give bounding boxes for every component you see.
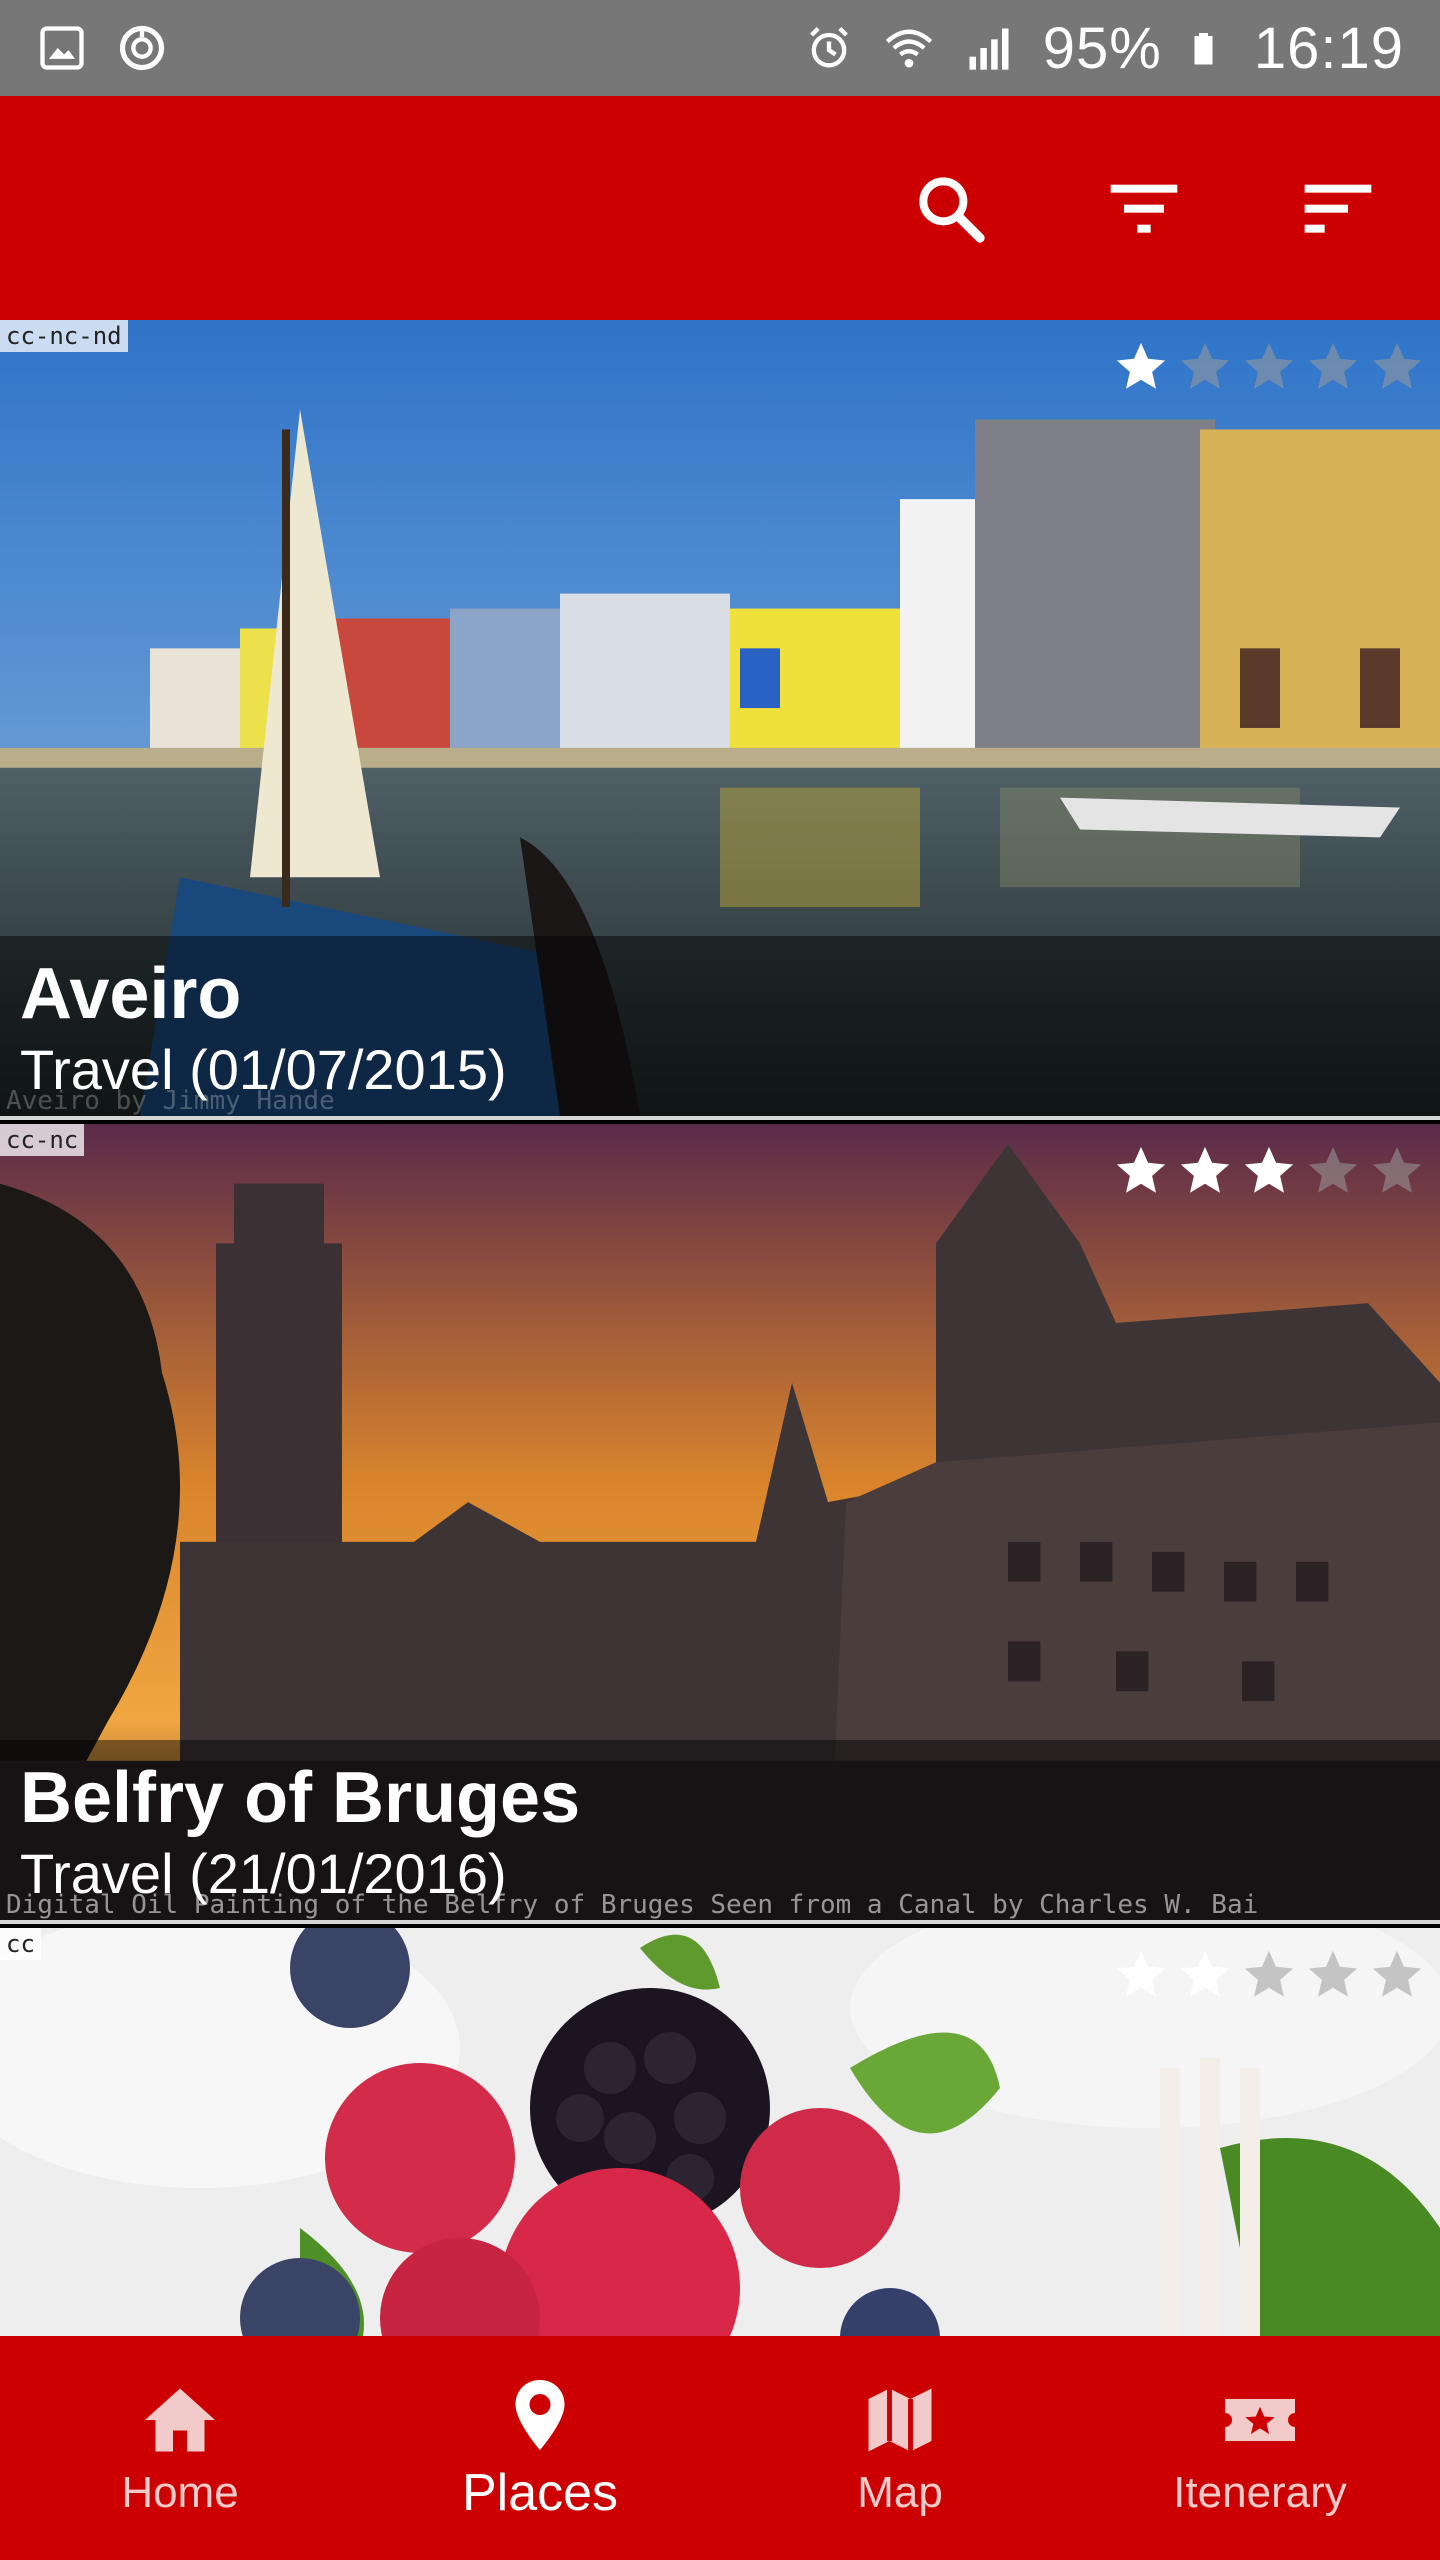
- star-rating: [1112, 1946, 1426, 2004]
- star-filled-icon: [1116, 1146, 1166, 1193]
- filter-icon: [1110, 184, 1178, 233]
- nav-itinerary[interactable]: Itenerary: [1080, 2336, 1440, 2560]
- sort-icon: [1304, 184, 1372, 233]
- alarm-icon: [809, 26, 848, 68]
- sync-notification-icon: [119, 25, 165, 71]
- star-empty-icon: [1308, 1146, 1358, 1193]
- star-empty-icon: [1308, 342, 1358, 389]
- battery-percent: 95%: [1042, 15, 1162, 81]
- star-empty-icon: [1372, 342, 1422, 389]
- star-empty-icon: [1372, 1146, 1422, 1193]
- star-filled-icon: [1116, 1950, 1166, 1997]
- places-list: cc-nc-nd Aveiro Travel (01/07/2015) Avei…: [0, 320, 1440, 2336]
- battery-icon: [1194, 33, 1213, 65]
- map-icon: [868, 2388, 932, 2452]
- nav-label: Map: [857, 2468, 943, 2517]
- nav-label: Itenerary: [1173, 2468, 1347, 2517]
- star-filled-icon: [1244, 1146, 1294, 1193]
- status-right: 95% 16:19: [803, 15, 1404, 82]
- filter-button[interactable]: [1102, 166, 1186, 250]
- status-left: [36, 22, 168, 74]
- home-icon: [145, 2388, 215, 2452]
- signal-icon: [969, 28, 1009, 70]
- license-label: cc-nc: [0, 1124, 85, 1156]
- wifi-icon: [885, 29, 932, 68]
- star-empty-icon: [1372, 1950, 1422, 1997]
- nav-places[interactable]: Places: [360, 2336, 720, 2560]
- place-title: Aveiro: [20, 954, 242, 1034]
- search-icon: [919, 177, 985, 243]
- license-label: cc: [0, 1928, 41, 1960]
- status-bar: 95% 16:19: [0, 0, 1440, 96]
- star-rating: [1112, 338, 1426, 396]
- star-empty-icon: [1308, 1950, 1358, 1997]
- license-label: cc-nc-nd: [0, 320, 128, 352]
- place-card[interactable]: cc-nc-nd Aveiro Travel (01/07/2015) Avei…: [0, 320, 1440, 1120]
- itinerary-ticket-icon: [1225, 2399, 1295, 2441]
- nav-label: Places: [461, 2464, 619, 2522]
- place-card[interactable]: cc: [0, 1928, 1440, 2336]
- star-empty-icon: [1244, 1950, 1294, 1997]
- nav-map[interactable]: Map: [720, 2336, 1080, 2560]
- clock: 16:19: [1253, 15, 1404, 81]
- photo-credit: Aveiro by Jimmy Hande: [6, 1086, 335, 1116]
- place-pin-icon: [515, 2380, 565, 2450]
- star-filled-icon: [1116, 342, 1166, 389]
- sort-button[interactable]: [1296, 166, 1380, 250]
- gallery-notification-icon: [40, 26, 84, 70]
- place-title: Belfry of Bruges: [20, 1758, 581, 1838]
- star-filled-icon: [1180, 1950, 1230, 1997]
- nav-label: Home: [121, 2468, 239, 2517]
- star-rating: [1112, 1142, 1426, 1200]
- place-card[interactable]: cc-nc Belfry of Bruges Travel (21/01/201…: [0, 1124, 1440, 1924]
- star-empty-icon: [1244, 342, 1294, 389]
- star-empty-icon: [1180, 342, 1230, 389]
- nav-home[interactable]: Home: [0, 2336, 360, 2560]
- star-filled-icon: [1180, 1146, 1230, 1193]
- app-bar: [0, 96, 1440, 320]
- search-button[interactable]: [908, 166, 992, 250]
- photo-credit: Digital Oil Painting of the Belfry of Br…: [6, 1890, 1259, 1920]
- bottom-navigation: Home Places Map Itenerary: [0, 2336, 1440, 2560]
